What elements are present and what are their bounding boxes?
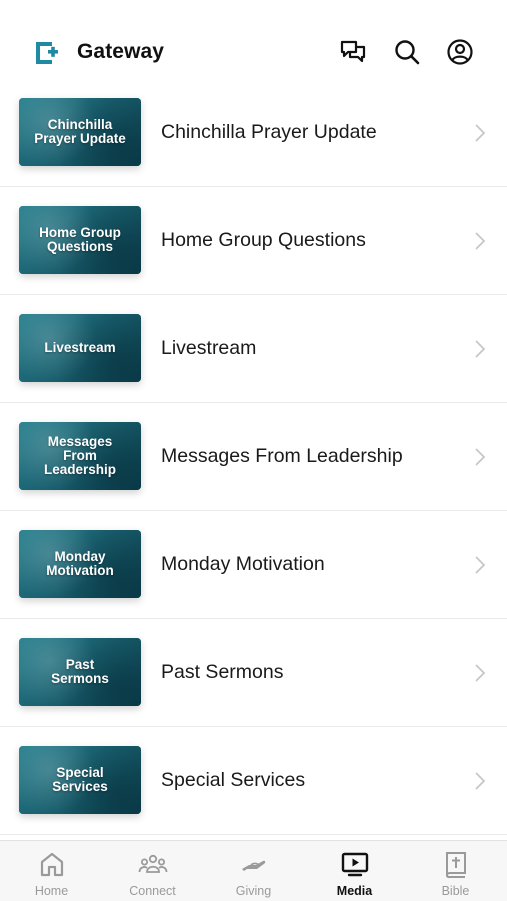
tab-label: Media	[336, 884, 373, 898]
list-item-title: Home Group Questions	[161, 229, 366, 251]
gateway-logo-icon	[34, 40, 60, 66]
list-item-title: Past Sermons	[161, 661, 284, 683]
profile-icon[interactable]	[446, 38, 474, 66]
tab-label: Home	[34, 884, 69, 898]
app-title: Gateway	[77, 40, 165, 63]
chevron-right-icon	[475, 124, 486, 142]
status-bar	[0, 0, 507, 24]
thumbnail-label: Livestream	[44, 340, 116, 355]
list-item-title: Messages From Leadership	[161, 445, 403, 467]
thumbnail: Monday Motivation	[19, 530, 141, 598]
tab-label: Bible	[441, 884, 470, 898]
list-item-title: Chinchilla Prayer Update	[161, 121, 377, 143]
thumbnail-label: Messages From Leadership	[43, 434, 117, 477]
thumbnail-label: Special Services	[52, 765, 108, 794]
list-item[interactable]: Livestream Livestream	[0, 295, 507, 403]
chat-icon[interactable]	[339, 38, 367, 66]
tab-label: Connect	[129, 884, 176, 898]
chevron-right-icon	[475, 232, 486, 250]
list-item[interactable]: Monday Motivation Monday Motivation	[0, 511, 507, 619]
tab-media[interactable]: Media	[304, 841, 405, 901]
tab-bar: Home Connect Giving Media Bible	[0, 840, 507, 901]
list-item[interactable]: Special Services Special Services	[0, 727, 507, 835]
tab-label: Giving	[235, 884, 272, 898]
list-item[interactable]: Chinchilla Prayer Update Chinchilla Pray…	[0, 79, 507, 187]
thumbnail: Home Group Questions	[19, 206, 141, 274]
list-item[interactable]: Home Group Questions Home Group Question…	[0, 187, 507, 295]
media-play-icon	[340, 850, 370, 878]
bible-icon	[441, 850, 471, 878]
chevron-right-icon	[475, 556, 486, 574]
chevron-right-icon	[475, 772, 486, 790]
tab-bible[interactable]: Bible	[405, 841, 506, 901]
tab-home[interactable]: Home	[1, 841, 102, 901]
list-item[interactable]: Past Sermons Past Sermons	[0, 619, 507, 727]
list-item-title: Special Services	[161, 769, 306, 791]
thumbnail-label: Monday Motivation	[46, 549, 114, 578]
thumbnail-label: Past Sermons	[51, 657, 109, 686]
thumbnail: Livestream	[19, 314, 141, 382]
app-header: Gateway	[0, 24, 507, 80]
thumbnail: Past Sermons	[19, 638, 141, 706]
thumbnail: Special Services	[19, 746, 141, 814]
media-list: Chinchilla Prayer Update Chinchilla Pray…	[0, 79, 507, 835]
home-icon	[37, 850, 67, 878]
list-item-title: Livestream	[161, 337, 257, 359]
giving-hand-icon	[239, 850, 269, 878]
list-item-title: Monday Motivation	[161, 553, 325, 575]
people-icon	[138, 850, 168, 878]
chevron-right-icon	[475, 340, 486, 358]
thumbnail-label: Chinchilla Prayer Update	[34, 117, 126, 146]
list-item[interactable]: Messages From Leadership Messages From L…	[0, 403, 507, 511]
chevron-right-icon	[475, 664, 486, 682]
chevron-right-icon	[475, 448, 486, 466]
search-icon[interactable]	[393, 38, 421, 66]
tab-giving[interactable]: Giving	[203, 841, 304, 901]
thumbnail: Chinchilla Prayer Update	[19, 98, 141, 166]
thumbnail: Messages From Leadership	[19, 422, 141, 490]
thumbnail-label: Home Group Questions	[39, 225, 121, 254]
tab-connect[interactable]: Connect	[102, 841, 203, 901]
